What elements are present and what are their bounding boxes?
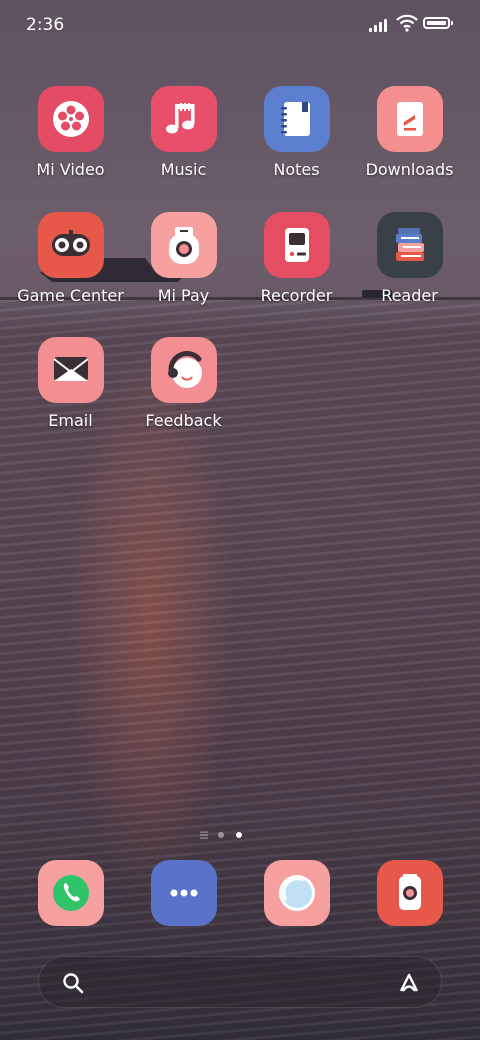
dock-messaging[interactable]	[151, 860, 217, 926]
page-dot-active[interactable]	[236, 832, 242, 838]
phone-icon	[53, 875, 89, 911]
search-icon[interactable]	[61, 971, 85, 995]
mi-pay-icon	[150, 212, 217, 278]
app-mi-pay[interactable]: Mi Pay	[127, 212, 240, 305]
app-label: Recorder	[260, 286, 333, 305]
messaging-icon	[170, 889, 198, 897]
app-label: Notes	[273, 160, 320, 179]
email-icon	[37, 337, 104, 403]
wifi-icon	[396, 14, 418, 32]
search-bar[interactable]	[38, 956, 442, 1008]
app-downloads[interactable]: Downloads	[353, 86, 466, 179]
app-email[interactable]: Email	[14, 337, 127, 430]
dock-browser[interactable]	[264, 860, 330, 926]
camera-icon	[399, 874, 421, 910]
app-game-center[interactable]: Game Center	[14, 212, 127, 305]
app-label: Email	[48, 411, 93, 430]
battery-icon	[423, 17, 453, 29]
app-label: Game Center	[17, 286, 124, 305]
feedback-icon	[150, 337, 217, 403]
app-label: Reader	[381, 286, 438, 305]
status-time: 2:36	[26, 15, 65, 35]
app-reader[interactable]: Reader	[353, 212, 466, 305]
notes-icon	[263, 86, 330, 152]
mi-video-icon	[37, 86, 104, 152]
app-recorder[interactable]: Recorder	[240, 212, 353, 305]
app-label: Mi Pay	[157, 286, 210, 305]
music-icon	[150, 86, 217, 152]
game-center-icon	[37, 212, 104, 278]
assistant-icon[interactable]	[395, 969, 423, 997]
page-dot[interactable]	[218, 832, 224, 838]
downloads-icon	[376, 86, 443, 152]
reader-icon	[376, 212, 443, 278]
dock-phone[interactable]	[38, 860, 104, 926]
app-label: Music	[160, 160, 207, 179]
page-indicator[interactable]	[200, 830, 250, 840]
list-icon	[200, 831, 208, 839]
app-label: Downloads	[365, 160, 454, 179]
dock-camera[interactable]	[377, 860, 443, 926]
app-mi-video[interactable]: Mi Video	[14, 86, 127, 179]
signal-icon	[369, 17, 391, 32]
app-label: Mi Video	[36, 160, 105, 179]
app-feedback[interactable]: Feedback	[127, 337, 240, 430]
browser-icon	[279, 875, 315, 911]
app-music[interactable]: Music	[127, 86, 240, 179]
recorder-icon	[263, 212, 330, 278]
status-bar: 2:36	[0, 0, 480, 50]
app-notes[interactable]: Notes	[240, 86, 353, 179]
app-label: Feedback	[145, 411, 222, 430]
